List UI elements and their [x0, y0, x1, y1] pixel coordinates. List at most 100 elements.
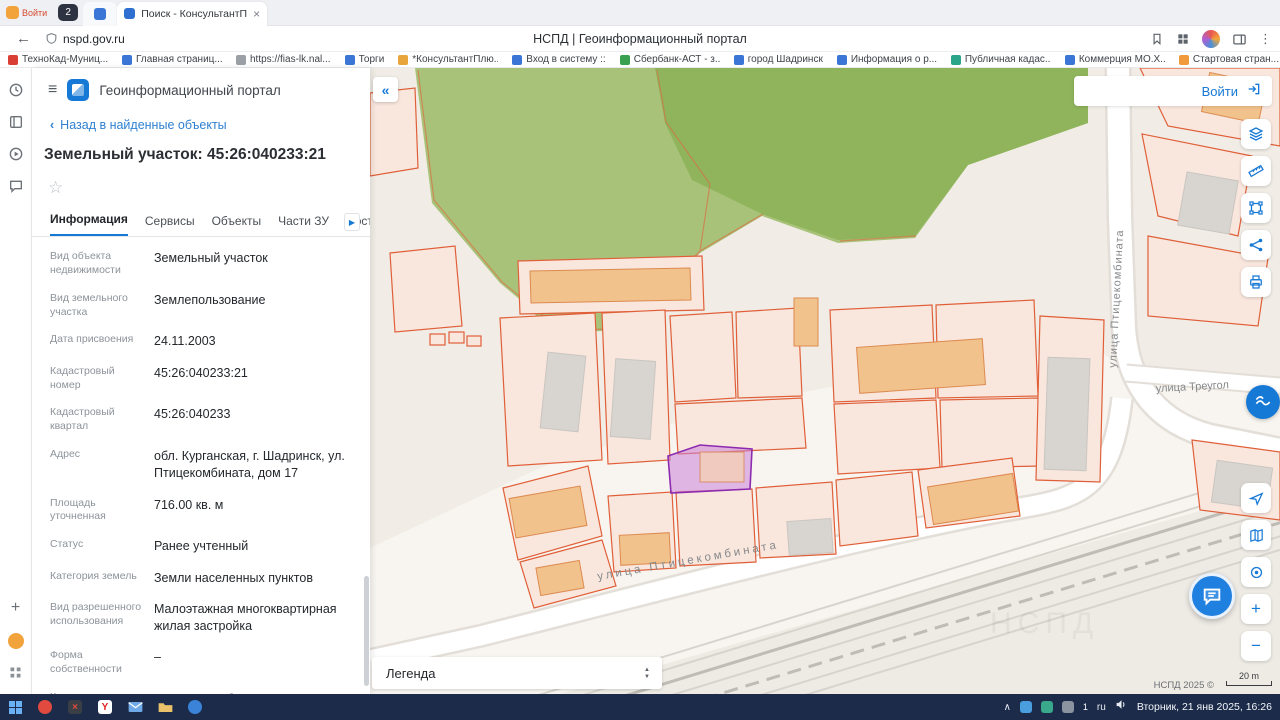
bookmark-item[interactable]: Главная страниц...	[122, 54, 222, 65]
favicon	[837, 55, 847, 65]
favicon	[620, 55, 630, 65]
favicon	[951, 55, 961, 65]
taskbar-app-1[interactable]	[30, 694, 60, 720]
bookmark-item[interactable]: *КонсультантПлю...	[398, 54, 498, 65]
pinned-tab[interactable]	[83, 2, 117, 26]
browser-tab-strip: Войти 2 Поиск - КонсультантПлю... ×	[0, 0, 1280, 26]
map-login-bar[interactable]: Войти	[1074, 76, 1272, 106]
favicon	[734, 55, 744, 65]
tray-icon-blue[interactable]	[1020, 701, 1032, 713]
taskbar: × Y ∧ 1 ru Вторник, 21 янв 2025, 16:26	[0, 694, 1280, 720]
attribute-row: СтатусРанее учтенный	[50, 531, 370, 562]
back-icon[interactable]: ←	[0, 30, 45, 47]
map-canvas[interactable]: улица Птицекомбината улица Треугол улица…	[370, 68, 1280, 694]
bookmark-item[interactable]: город Шадринск	[734, 54, 823, 65]
bookmark-item[interactable]: Информация о р...	[837, 54, 937, 65]
tab-information[interactable]: Информация	[50, 212, 128, 236]
apps-grid-icon[interactable]	[8, 665, 23, 680]
locate-button[interactable]	[1241, 483, 1271, 513]
taskbar-yandex[interactable]: Y	[90, 694, 120, 720]
taskbar-mail[interactable]	[120, 694, 150, 720]
scale-bar	[1226, 681, 1272, 686]
legend-bar[interactable]: Легенда ▲▼	[372, 657, 662, 689]
tab-parts[interactable]: Части ЗУ	[278, 214, 329, 236]
tab-objects[interactable]: Объекты	[212, 214, 262, 236]
map-scale: 20 m	[1226, 671, 1272, 686]
taskbar-explorer[interactable]	[150, 694, 180, 720]
legend-expand-icon[interactable]: ▲▼	[644, 667, 662, 680]
chat-panel-icon[interactable]	[8, 178, 24, 194]
favicon	[345, 55, 355, 65]
identify-button[interactable]	[1241, 557, 1271, 587]
browser-side-strip: +	[0, 68, 32, 694]
favicon	[1065, 55, 1075, 65]
chevron-left-icon: ‹	[50, 118, 54, 132]
site-info-chip[interactable]: nspd.gov.ru	[45, 32, 125, 46]
map-toolbar-top	[1241, 119, 1271, 297]
tab-services[interactable]: Сервисы	[145, 214, 195, 236]
bookmark-item[interactable]: Вход в систему ::	[512, 54, 605, 65]
history-icon[interactable]	[8, 82, 24, 98]
tray-expand-icon[interactable]: ∧	[1004, 702, 1011, 713]
browser-avatar[interactable]	[1202, 30, 1220, 48]
panel-collapse-button[interactable]: «	[373, 77, 398, 102]
attribute-row: Кадастровый квартал45:26:040233	[50, 399, 370, 441]
volume-icon[interactable]	[1115, 698, 1128, 716]
chat-support-button[interactable]	[1189, 573, 1235, 619]
bookmark-item[interactable]: ТехноКад-Муниц...	[8, 54, 108, 65]
taskbar-app-2[interactable]: ×	[60, 694, 90, 720]
browser-profile-login[interactable]: Войти	[0, 6, 53, 19]
layers-button[interactable]	[1241, 119, 1271, 149]
panel-scrollbar[interactable]	[364, 576, 369, 686]
favorite-star-icon[interactable]: ☆	[48, 178, 63, 197]
favicon	[122, 55, 132, 65]
zoom-in-button[interactable]: +	[1241, 594, 1271, 624]
url-text[interactable]: nspd.gov.ru	[63, 32, 125, 46]
menu-icon[interactable]: ≡	[48, 81, 57, 99]
taskbar-clock[interactable]: Вторник, 21 янв 2025, 16:26	[1137, 701, 1272, 713]
measure-ruler-button[interactable]	[1241, 156, 1271, 186]
favicon	[398, 55, 408, 65]
address-bar-actions: ⋮	[1150, 26, 1272, 52]
overview-map-button[interactable]	[1241, 520, 1271, 550]
zoom-out-button[interactable]: −	[1241, 631, 1271, 661]
tab-close-icon[interactable]: ×	[253, 7, 260, 21]
portal-header: ≡ Геоинформационный портал	[32, 68, 370, 110]
browser-menu-icon[interactable]: ⋮	[1259, 31, 1272, 47]
favicon	[512, 55, 522, 65]
basemap-style-button[interactable]	[1246, 385, 1280, 419]
add-panel-icon[interactable]: +	[11, 599, 20, 617]
map-watermark: НСПД	[990, 607, 1099, 640]
yandex-services-icon[interactable]	[8, 633, 24, 649]
share-button[interactable]	[1241, 230, 1271, 260]
tab-group-chip[interactable]: 2	[58, 4, 78, 21]
back-to-results-link[interactable]: ‹ Назад в найденные объекты	[32, 110, 370, 132]
active-tab[interactable]: Поиск - КонсультантПлю... ×	[117, 2, 267, 26]
bookmark-item[interactable]: Сбербанк-АСТ - з...	[620, 54, 720, 65]
sidebar-panel-icon[interactable]	[1232, 32, 1247, 47]
pinned-tab-favicon	[94, 8, 106, 20]
bookmark-item[interactable]: Торги	[345, 54, 385, 65]
attribute-row: Площадь уточненная716.00 кв. м	[50, 490, 370, 532]
bookmark-item[interactable]: https://fias-lk.nal...	[236, 54, 331, 65]
tabs-scroll-arrow[interactable]: ▶	[344, 213, 360, 231]
tray-icon-gray[interactable]	[1062, 701, 1074, 713]
profile-login-label: Войти	[22, 8, 47, 18]
bookmarks-panel-icon[interactable]	[8, 114, 24, 130]
map-container: улица Птицекомбината улица Треугол улица…	[370, 68, 1280, 694]
language-indicator[interactable]: ru	[1097, 702, 1106, 713]
select-area-button[interactable]	[1241, 193, 1271, 223]
player-icon[interactable]	[8, 146, 24, 162]
object-info-panel: ≡ Геоинформационный портал ‹ Назад в най…	[32, 68, 370, 694]
bookmark-flag-icon[interactable]	[1150, 32, 1164, 46]
tab-title: Поиск - КонсультантПлю...	[141, 8, 247, 20]
bookmark-item[interactable]: Стартовая стран...	[1179, 54, 1279, 65]
taskbar-browser[interactable]	[180, 694, 210, 720]
bookmark-item[interactable]: Коммерция МО.Х...	[1065, 54, 1165, 65]
tray-icon-teal[interactable]	[1041, 701, 1053, 713]
favicon	[236, 55, 246, 65]
bookmark-item[interactable]: Публичная кадас...	[951, 54, 1051, 65]
extensions-icon[interactable]	[1176, 32, 1190, 46]
print-button[interactable]	[1241, 267, 1271, 297]
start-button[interactable]	[0, 694, 30, 720]
